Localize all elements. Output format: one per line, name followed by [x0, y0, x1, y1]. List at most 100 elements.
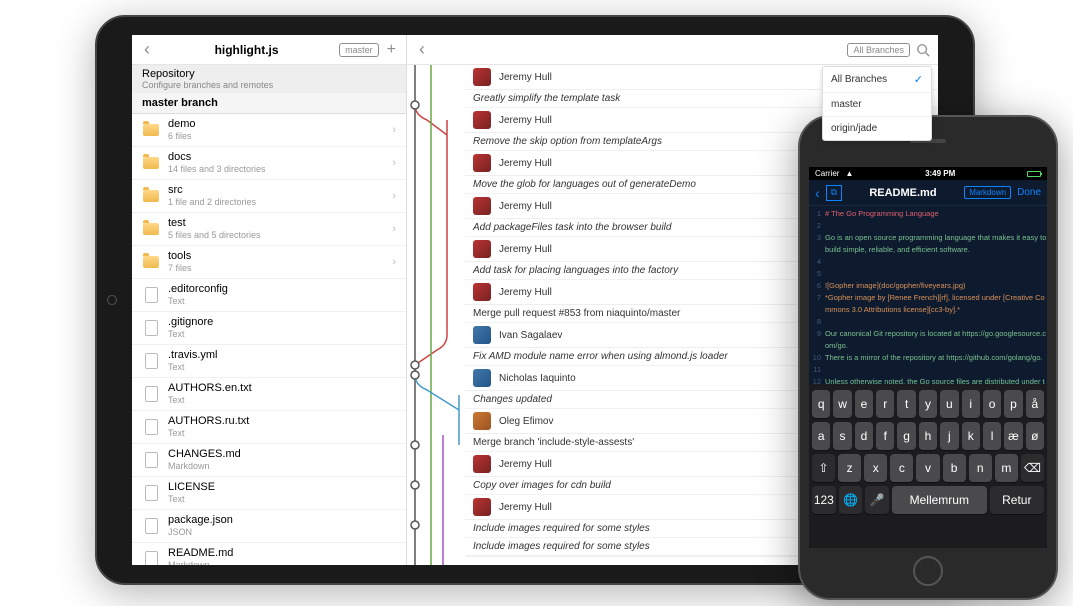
iphone-device: Carrier ▲ 3:49 PM ‹ ⧉ README.md Markdown…	[798, 115, 1058, 600]
syntax-badge[interactable]: Markdown	[964, 186, 1011, 199]
key[interactable]: t	[897, 390, 915, 418]
file-name: src	[168, 184, 392, 197]
file-name: AUTHORS.ru.txt	[168, 415, 396, 428]
file-row[interactable]: .editorconfig Text	[132, 279, 406, 312]
search-icon[interactable]	[916, 43, 930, 57]
key[interactable]: z	[838, 454, 861, 482]
file-name: .editorconfig	[168, 283, 396, 296]
key[interactable]: l	[983, 422, 1001, 450]
globe-key[interactable]: 🌐	[839, 486, 863, 514]
file-tree-icon[interactable]: ⧉	[826, 185, 842, 201]
branch-option[interactable]: master	[823, 93, 931, 117]
avatar	[473, 369, 491, 387]
key[interactable]: m	[995, 454, 1018, 482]
commits-back-button[interactable]: ‹	[415, 39, 429, 60]
file-name: LICENSE	[168, 481, 396, 494]
key[interactable]: a	[812, 422, 830, 450]
key[interactable]: v	[916, 454, 939, 482]
space-key[interactable]: Mellemrum	[892, 486, 987, 514]
key[interactable]: h	[919, 422, 937, 450]
key[interactable]: r	[876, 390, 894, 418]
back-button[interactable]: ‹	[140, 39, 154, 60]
nav-right-group: master +	[339, 41, 398, 59]
key[interactable]: x	[864, 454, 887, 482]
branch-badge[interactable]: master	[339, 43, 379, 57]
line-number: 5	[809, 268, 825, 280]
key[interactable]: d	[855, 422, 873, 450]
mic-key[interactable]: 🎤	[865, 486, 889, 514]
file-row[interactable]: tools 7 files ›	[132, 246, 406, 279]
file-row[interactable]: package.json JSON	[132, 510, 406, 543]
key[interactable]: n	[969, 454, 992, 482]
line-number: 6	[809, 280, 825, 292]
repo-section-title: Repository	[142, 68, 396, 80]
file-meta: JSON	[168, 527, 396, 538]
key[interactable]: w	[833, 390, 851, 418]
repo-section-subtitle: Configure branches and remotes	[142, 80, 396, 90]
file-row[interactable]: docs 14 files and 3 directories ›	[132, 147, 406, 180]
branch-option[interactable]: origin/jade	[823, 117, 931, 140]
add-button[interactable]: +	[385, 41, 398, 59]
file-icon	[142, 319, 160, 337]
key[interactable]: g	[897, 422, 915, 450]
editor-back-button[interactable]: ‹	[815, 185, 820, 201]
key[interactable]: c	[890, 454, 913, 482]
file-name: tools	[168, 250, 392, 263]
file-icon	[142, 352, 160, 370]
key[interactable]: i	[962, 390, 980, 418]
branches-filter-badge[interactable]: All Branches	[847, 43, 910, 57]
file-row[interactable]: .gitignore Text	[132, 312, 406, 345]
key[interactable]: j	[940, 422, 958, 450]
branch-option[interactable]: All Branches✓	[823, 67, 931, 93]
file-row[interactable]: test 5 files and 5 directories ›	[132, 213, 406, 246]
file-row[interactable]: LICENSE Text	[132, 477, 406, 510]
key[interactable]: y	[919, 390, 937, 418]
editor-file-title: README.md	[869, 187, 936, 199]
file-icon	[142, 385, 160, 403]
key[interactable]: u	[940, 390, 958, 418]
ipad-home-button[interactable]	[107, 295, 117, 305]
key[interactable]: b	[943, 454, 966, 482]
file-name: .gitignore	[168, 316, 396, 329]
code-editor[interactable]: 1 # The Go Programming Language2 3 Go is…	[809, 206, 1047, 388]
file-row[interactable]: AUTHORS.en.txt Text	[132, 378, 406, 411]
key[interactable]: e	[855, 390, 873, 418]
file-meta: Text	[168, 494, 396, 505]
branch-header: master branch	[132, 93, 406, 114]
file-icon	[142, 550, 160, 565]
delete-key[interactable]: ⌫	[1021, 454, 1044, 482]
key[interactable]: q	[812, 390, 830, 418]
key[interactable]: p	[1004, 390, 1022, 418]
key[interactable]: k	[962, 422, 980, 450]
file-row[interactable]: demo 6 files ›	[132, 114, 406, 147]
commit-author: Jeremy Hull	[499, 502, 819, 513]
123-key[interactable]: 123	[812, 486, 836, 514]
line-number: 4	[809, 256, 825, 268]
iphone-home-button[interactable]	[913, 556, 943, 586]
file-row[interactable]: src 1 file and 2 directories ›	[132, 180, 406, 213]
file-name: AUTHORS.en.txt	[168, 382, 396, 395]
key[interactable]: å	[1026, 390, 1044, 418]
status-bar: Carrier ▲ 3:49 PM	[809, 167, 1047, 180]
key[interactable]: ø	[1026, 422, 1044, 450]
commit-author: Ivan Sagalaev	[499, 330, 819, 341]
code-text	[825, 220, 1047, 232]
key[interactable]: o	[983, 390, 1001, 418]
file-meta: Text	[168, 329, 396, 340]
done-button[interactable]: Done	[1017, 187, 1041, 198]
file-row[interactable]: README.md Markdown	[132, 543, 406, 565]
line-number: 3	[809, 232, 825, 256]
file-row[interactable]: AUTHORS.ru.txt Text	[132, 411, 406, 444]
key[interactable]: s	[833, 422, 851, 450]
file-row[interactable]: CHANGES.md Markdown	[132, 444, 406, 477]
code-text: There is a mirror of the repository at h…	[825, 352, 1047, 364]
return-key[interactable]: Retur	[990, 486, 1044, 514]
code-text	[825, 364, 1047, 376]
file-row[interactable]: .travis.yml Text	[132, 345, 406, 378]
line-number: 2	[809, 220, 825, 232]
repository-section-header[interactable]: Repository Configure branches and remote…	[132, 65, 406, 93]
shift-key[interactable]: ⇧	[812, 454, 835, 482]
key[interactable]: f	[876, 422, 894, 450]
key[interactable]: æ	[1004, 422, 1022, 450]
code-text	[825, 256, 1047, 268]
